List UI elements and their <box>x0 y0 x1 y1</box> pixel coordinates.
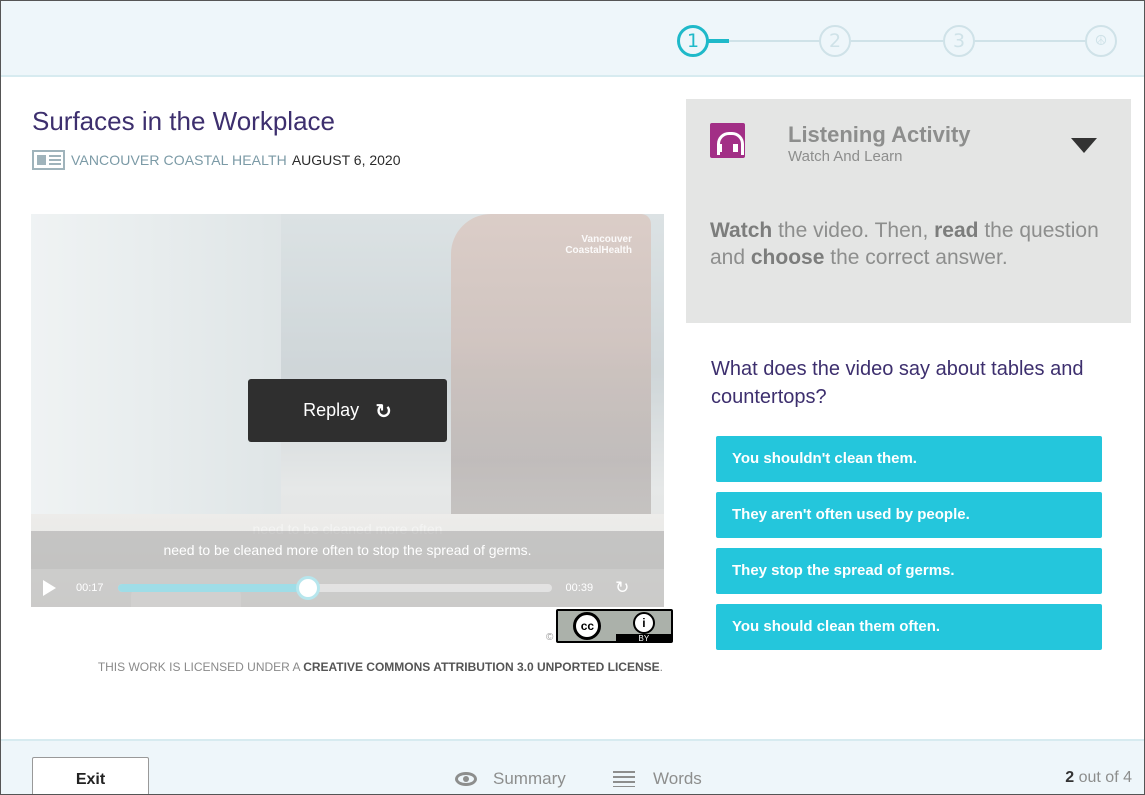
answer-option-1[interactable]: You shouldn't clean them. <box>716 436 1102 482</box>
instr-word-watch: Watch <box>710 219 773 242</box>
step-2[interactable]: 2 <box>819 25 851 57</box>
eye-icon <box>455 772 477 786</box>
duration: 00:39 <box>565 582 594 594</box>
words-button[interactable]: Words <box>613 769 702 789</box>
step-goal-icon[interactable]: ☮ <box>1085 25 1117 57</box>
current-time: 00:17 <box>76 582 104 594</box>
cc-right: i BY <box>616 611 672 641</box>
video-watermark: Vancouver CoastalHealth <box>565 234 632 256</box>
license-link[interactable]: CREATIVE COMMONS ATTRIBUTION 3.0 UNPORTE… <box>303 660 659 674</box>
seek-handle[interactable] <box>296 576 321 600</box>
cc-left: cc <box>558 611 616 641</box>
watermark-line-1: Vancouver <box>581 234 632 245</box>
step-3[interactable]: 3 <box>943 25 975 57</box>
words-label: Words <box>653 769 702 788</box>
answer-option-2[interactable]: They aren't often used by people. <box>716 492 1102 538</box>
activity-panel: Listening Activity Watch And Learn Watch… <box>686 99 1131 323</box>
instr-text-1: the video. Then, <box>772 219 935 242</box>
video-caption: need to be cleaned more often to stop th… <box>31 531 664 569</box>
activity-title: Listening Activity <box>788 122 971 147</box>
cc-icon: cc <box>573 612 602 640</box>
license-text: THIS WORK IS LICENSED UNDER A CREATIVE C… <box>41 656 663 679</box>
answer-list: You shouldn't clean them. They aren't of… <box>716 436 1102 660</box>
summary-label: Summary <box>493 769 566 788</box>
headphones-icon <box>710 123 745 158</box>
answer-option-3[interactable]: They stop the spread of germs. <box>716 548 1102 594</box>
newspaper-icon <box>32 150 65 170</box>
video-player[interactable]: Vancouver CoastalHealth Replay ↻ need to… <box>31 214 664 607</box>
step-line-2 <box>729 40 821 42</box>
article-meta: VANCOUVER COASTAL HEALTH AUGUST 6, 2020 <box>32 149 401 171</box>
cc-license-badge[interactable]: © cc i BY <box>546 609 674 643</box>
collapse-caret-icon[interactable] <box>1071 138 1097 153</box>
progress-text: out of 4 <box>1074 769 1132 786</box>
answer-option-4[interactable]: You should clean them often. <box>716 604 1102 650</box>
cc-by-badge[interactable]: cc i BY <box>556 609 674 643</box>
step-line-4 <box>973 40 1089 42</box>
by-label: BY <box>616 634 672 641</box>
step-line-1 <box>707 39 729 43</box>
copyright-symbol: © <box>546 632 554 643</box>
article-title: Surfaces in the Workplace <box>32 106 335 136</box>
seek-bar[interactable] <box>117 576 552 600</box>
summary-button[interactable]: Summary <box>455 769 566 789</box>
activity-instructions: Watch the video. Then, read the question… <box>710 217 1110 271</box>
replay-label: Replay <box>303 400 360 420</box>
license-suffix: . <box>659 660 663 674</box>
progress-current: 2 <box>1065 769 1075 786</box>
exit-button[interactable]: Exit <box>32 757 149 794</box>
bottom-bar: Exit Summary Words 2 out of 4 <box>1 739 1144 794</box>
play-icon[interactable] <box>43 580 56 596</box>
attribution-icon: i <box>632 612 655 634</box>
progress-stepper: 1 2 3 ☮ <box>677 25 1117 57</box>
step-line-3 <box>851 40 943 42</box>
question-text: What does the video say about tables and… <box>711 358 1084 408</box>
instr-word-choose: choose <box>750 246 825 269</box>
list-icon <box>613 771 635 787</box>
top-bar: 1 2 3 ☮ <box>1 1 1144 77</box>
article-source: VANCOUVER COASTAL HEALTH <box>71 152 287 168</box>
restart-icon[interactable]: ↻ <box>615 578 629 598</box>
instr-word-read: read <box>934 219 979 242</box>
instr-text-3: the correct answer. <box>824 246 1008 269</box>
activity-subtitle: Watch And Learn <box>788 148 903 165</box>
license-prefix: THIS WORK IS LICENSED UNDER A <box>97 660 304 674</box>
page-progress: 2 out of 4 <box>1065 769 1132 787</box>
watermark-line-2: CoastalHealth <box>565 245 632 256</box>
step-1[interactable]: 1 <box>677 25 709 57</box>
app-frame: 1 2 3 ☮ Surfaces in the Workplace VANCOU… <box>0 0 1145 795</box>
video-controls: 00:17 00:39 ↻ <box>31 569 664 607</box>
replay-icon: ↻ <box>375 398 392 423</box>
replay-button[interactable]: Replay ↻ <box>248 379 447 442</box>
article-date: AUGUST 6, 2020 <box>291 152 401 168</box>
seek-bar-fill <box>117 584 309 592</box>
